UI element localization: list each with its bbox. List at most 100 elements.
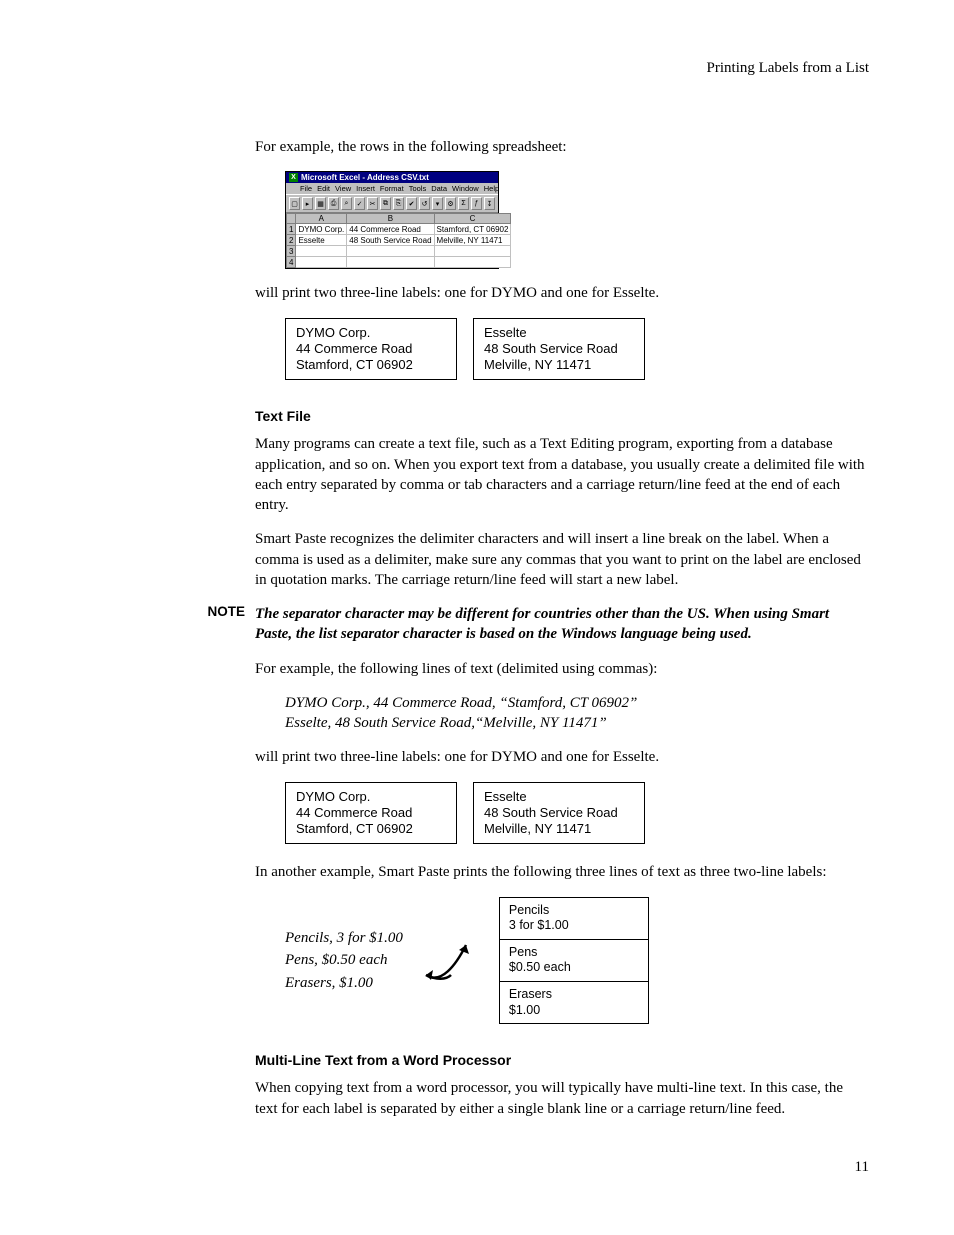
label-preview: Esselte 48 South Service Road Melville, … [473, 318, 645, 381]
body-text: In another example, Smart Paste prints t… [255, 862, 869, 882]
label-line: Melville, NY 11471 [484, 821, 634, 837]
col-header: B [347, 214, 434, 224]
cell [347, 246, 434, 257]
body-text: Many programs can create a text file, su… [255, 434, 869, 515]
label-line: 44 Commerce Road [296, 805, 446, 821]
toolbar-icon: ⎘ [393, 197, 404, 210]
label-line: Esselte [484, 789, 634, 805]
toolbar-icon: ⎙ [328, 197, 339, 210]
body-text: For example, the following lines of text… [255, 659, 869, 679]
col-header: A [296, 214, 347, 224]
input-line: Pens, $0.50 each [285, 952, 387, 968]
body-text: When copying text from a word processor,… [255, 1078, 869, 1119]
label-line: 44 Commerce Road [296, 341, 446, 357]
cell [434, 257, 511, 268]
toolbar-icon: ▾ [432, 197, 443, 210]
body-text: will print two three-line labels: one fo… [255, 747, 869, 767]
example-lines: DYMO Corp., 44 Commerce Road, “Stamford,… [285, 693, 869, 734]
label-preview: DYMO Corp. 44 Commerce Road Stamford, CT… [285, 318, 457, 381]
heading-text-file: Text File [255, 408, 869, 424]
body-text: will print two three-line labels: one fo… [255, 283, 869, 303]
excel-title: Microsoft Excel - Address CSV.txt [301, 173, 429, 182]
arrow-input-text: Pencils, 3 for $1.00 Pens, $0.50 each Er… [285, 927, 403, 995]
excel-app-icon: X [289, 173, 298, 182]
toolbar-icon: ✔ [406, 197, 417, 210]
excel-grid: A B C 1 DYMO Corp. 44 Commerce Road Stam… [286, 213, 511, 268]
cell [434, 246, 511, 257]
label-line: Pencils [509, 903, 639, 919]
label-preview-row: DYMO Corp. 44 Commerce Road Stamford, CT… [285, 318, 869, 381]
note-block: NOTE The separator character may be diff… [85, 604, 869, 645]
excel-menubar: File Edit View Insert Format Tools Data … [286, 183, 498, 194]
menu-item: View [335, 184, 351, 193]
toolbar-icon: Σ [458, 197, 469, 210]
heading-multiline: Multi-Line Text from a Word Processor [255, 1052, 869, 1068]
menu-item: Insert [356, 184, 375, 193]
menu-item: Edit [317, 184, 330, 193]
label-preview: Pens $0.50 each [499, 940, 649, 982]
row-header: 4 [287, 257, 296, 268]
toolbar-icon: ƒ [471, 197, 482, 210]
label-line: Stamford, CT 06902 [296, 357, 446, 373]
page-number: 11 [85, 1159, 869, 1176]
toolbar-icon: ▢ [289, 197, 300, 210]
label-preview: Erasers $1.00 [499, 982, 649, 1024]
cell: 44 Commerce Road [347, 224, 434, 235]
label-line: Stamford, CT 06902 [296, 821, 446, 837]
toolbar-icon: ▸ [302, 197, 313, 210]
menu-item: Format [380, 184, 404, 193]
corner-cell [287, 214, 296, 224]
col-header: C [434, 214, 511, 224]
row-header: 1 [287, 224, 296, 235]
menu-item: Data [431, 184, 447, 193]
menu-item: Help [484, 184, 499, 193]
label-line: DYMO Corp. [296, 325, 446, 341]
note-label: NOTE [85, 604, 255, 619]
input-line: Pencils, 3 for $1.00 [285, 930, 403, 946]
cell [296, 257, 347, 268]
label-line: Melville, NY 11471 [484, 357, 634, 373]
toolbar-icon: ⌕ [341, 197, 352, 210]
menu-item: Tools [409, 184, 427, 193]
label-line: $1.00 [509, 1003, 639, 1019]
row-header: 2 [287, 235, 296, 246]
label-preview-row: DYMO Corp. 44 Commerce Road Stamford, CT… [285, 782, 869, 845]
label-line: DYMO Corp. [296, 789, 446, 805]
label-line: Esselte [484, 325, 634, 341]
curved-arrow-icon [421, 930, 481, 990]
toolbar-icon: ▦ [315, 197, 326, 210]
cell: Melville, NY 11471 [434, 235, 511, 246]
label-line: Erasers [509, 987, 639, 1003]
label-preview: DYMO Corp. 44 Commerce Road Stamford, CT… [285, 782, 457, 845]
cell: Esselte [296, 235, 347, 246]
menu-item: Window [452, 184, 479, 193]
toolbar-icon: ↺ [419, 197, 430, 210]
toolbar-icon: ✓ [354, 197, 365, 210]
example-line: Esselte, 48 South Service Road,“Melville… [285, 715, 607, 731]
toolbar-icon: ⚙ [445, 197, 456, 210]
cell [347, 257, 434, 268]
row-header: 3 [287, 246, 296, 257]
body-text: Smart Paste recognizes the delimiter cha… [255, 529, 869, 590]
input-line: Erasers, $1.00 [285, 975, 373, 991]
label-preview: Pencils 3 for $1.00 [499, 897, 649, 940]
label-line: 48 South Service Road [484, 805, 634, 821]
arrow-diagram: Pencils, 3 for $1.00 Pens, $0.50 each Er… [285, 897, 869, 1025]
excel-toolbar: ▢ ▸ ▦ ⎙ ⌕ ✓ ✂ ⧉ ⎘ ✔ ↺ ▾ ⚙ Σ ƒ ↧ [286, 194, 498, 213]
label-line: 3 for $1.00 [509, 918, 639, 934]
menu-item: File [300, 184, 312, 193]
label-line: $0.50 each [509, 960, 639, 976]
label-line: Pens [509, 945, 639, 961]
label-line: 48 South Service Road [484, 341, 634, 357]
running-header: Printing Labels from a List [85, 60, 869, 77]
toolbar-icon: ↧ [484, 197, 495, 210]
cell [296, 246, 347, 257]
toolbar-icon: ✂ [367, 197, 378, 210]
excel-screenshot: X Microsoft Excel - Address CSV.txt File… [285, 171, 499, 269]
excel-titlebar: X Microsoft Excel - Address CSV.txt [286, 172, 498, 183]
label-column: Pencils 3 for $1.00 Pens $0.50 each Eras… [499, 897, 649, 1025]
label-preview: Esselte 48 South Service Road Melville, … [473, 782, 645, 845]
cell: Stamford, CT 06902 [434, 224, 511, 235]
toolbar-icon: ⧉ [380, 197, 391, 210]
cell: 48 South Service Road [347, 235, 434, 246]
